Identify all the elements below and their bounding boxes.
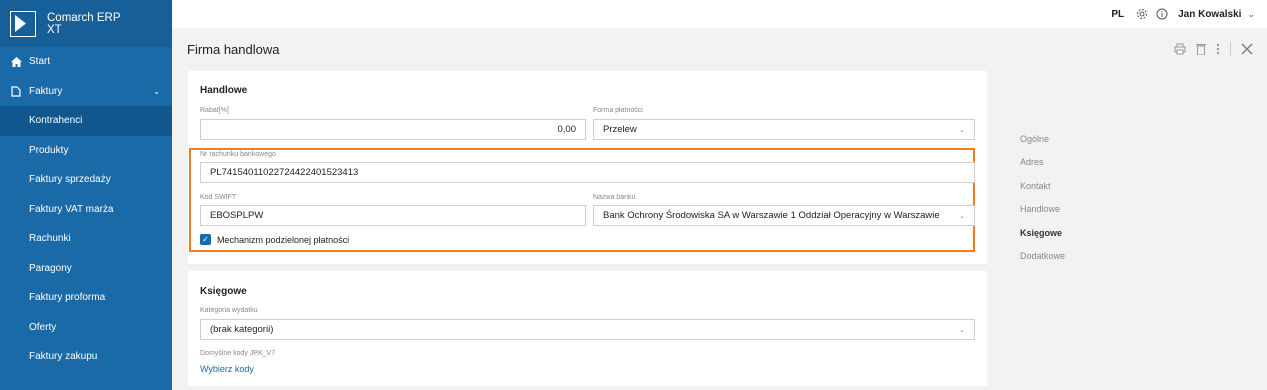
section-nav-kontakt[interactable]: Kontakt (1020, 181, 1051, 191)
nr-rachunku-input[interactable]: PL74154011022724422401523413 (200, 162, 975, 183)
sidebar-item-label: Faktury sprzedaży (29, 174, 111, 186)
divider (1230, 42, 1231, 56)
nr-rachunku-label: Nr rachunku bankowego (200, 151, 276, 158)
sidebar-item-faktury-sprzedazy[interactable]: Faktury sprzedaży (0, 165, 172, 195)
rabat-value: 0,00 (557, 124, 577, 135)
sidebar: Comarch ERP XT Start Faktury ⌄ Kontrahen… (0, 0, 172, 390)
kategoria-select[interactable]: (brak kategorii) ⌄ (200, 319, 975, 340)
app-name-line1: Comarch ERP (47, 11, 121, 24)
print-icon[interactable] (1174, 43, 1186, 55)
mechanizm-label: Mechanizm podzielonej płatności (217, 235, 350, 245)
jpk-label: Domyślne kody JPK_V7 (200, 350, 276, 357)
forma-platnosci-value: Przelew (603, 124, 637, 135)
swift-value: EBOSPLPW (210, 210, 264, 221)
chevron-down-icon: ⌄ (153, 86, 160, 96)
rabat-input[interactable]: 0,00 (200, 119, 586, 140)
rabat-label: Rabat[%] (200, 107, 229, 114)
wybierz-kody-link[interactable]: Wybierz kody (200, 364, 254, 374)
handlowe-section: Handlowe Rabat[%] 0,00 Forma płatności P… (188, 71, 987, 264)
section-nav-ksiegowe[interactable]: Księgowe (1020, 228, 1062, 238)
document-icon (10, 86, 22, 97)
section-nav-handlowe[interactable]: Handlowe (1020, 204, 1060, 214)
delete-icon[interactable] (1196, 43, 1206, 55)
home-icon (10, 56, 22, 67)
chevron-down-icon: ⌄ (959, 327, 965, 334)
sidebar-item-label: Faktury VAT marża (29, 203, 114, 215)
logo-icon (10, 10, 36, 37)
page-title: Firma handlowa (187, 41, 280, 57)
section-title: Handlowe (200, 85, 248, 96)
sidebar-item-label: Kontrahenci (29, 115, 83, 127)
sidebar-item-faktury-vat-marza[interactable]: Faktury VAT marża (0, 195, 172, 225)
section-title: Księgowe (200, 286, 247, 297)
chevron-down-icon[interactable]: ⌄ (1247, 9, 1255, 20)
sidebar-item-label: Produkty (29, 144, 69, 156)
section-nav-ogolne[interactable]: Ogólne (1020, 134, 1049, 144)
sidebar-item-label: Oferty (29, 321, 57, 333)
forma-platnosci-label: Forma płatności (593, 107, 643, 114)
sidebar-item-kontrahenci[interactable]: Kontrahenci (0, 106, 172, 136)
app-name: Comarch ERP XT (47, 12, 121, 36)
nr-rachunku-value: PL74154011022724422401523413 (210, 167, 359, 178)
sidebar-item-start[interactable]: Start (0, 47, 172, 77)
section-nav-adres[interactable]: Adres (1020, 157, 1044, 167)
language-selector[interactable]: PL (1111, 9, 1124, 20)
more-options-icon[interactable] (1216, 43, 1220, 55)
sidebar-item-label: Faktury proforma (29, 292, 106, 304)
chevron-down-icon: ⌄ (959, 127, 965, 134)
chevron-down-icon: ⌄ (959, 213, 965, 220)
app-logo[interactable]: Comarch ERP XT (0, 0, 172, 47)
sidebar-item-label: Faktury (29, 85, 63, 97)
kategoria-label: Kategoria wydatku (200, 307, 258, 314)
kategoria-value: (brak kategorii) (210, 324, 274, 335)
page-header: Firma handlowa (172, 28, 1267, 70)
sidebar-item-label: Paragony (29, 262, 72, 274)
sidebar-item-paragony[interactable]: Paragony (0, 254, 172, 284)
settings-gear-icon[interactable] (1136, 8, 1148, 20)
sidebar-item-label: Rachunki (29, 233, 71, 245)
top-bar: PL Jan Kowalski ⌄ (172, 0, 1267, 28)
section-nav-dodatkowe[interactable]: Dodatkowe (1020, 251, 1065, 261)
sidebar-item-label: Faktury zakupu (29, 351, 98, 363)
sidebar-item-faktury-zakupu[interactable]: Faktury zakupu (0, 342, 172, 372)
sidebar-item-oferty[interactable]: Oferty (0, 313, 172, 343)
nazwa-banku-value: Bank Ochrony Środowiska SA w Warszawie 1… (603, 210, 940, 221)
header-actions (1164, 42, 1253, 56)
forma-platnosci-select[interactable]: Przelew ⌄ (593, 119, 975, 140)
info-icon[interactable] (1156, 8, 1168, 20)
sidebar-item-faktury-proforma[interactable]: Faktury proforma (0, 283, 172, 313)
nazwa-banku-select[interactable]: Bank Ochrony Środowiska SA w Warszawie 1… (593, 205, 975, 226)
app-name-line2: XT (47, 23, 62, 36)
close-icon[interactable] (1241, 43, 1253, 55)
ksiegowe-section: Księgowe Kategoria wydatku (brak kategor… (188, 271, 987, 386)
user-menu[interactable]: Jan Kowalski (1178, 9, 1241, 20)
sidebar-item-rachunki[interactable]: Rachunki (0, 224, 172, 254)
swift-input[interactable]: EBOSPLPW (200, 205, 586, 226)
mechanizm-checkbox[interactable]: ✓ (200, 234, 211, 245)
swift-label: Kod SWIFT (200, 194, 237, 201)
sidebar-item-label: Start (29, 56, 51, 68)
sidebar-item-produkty[interactable]: Produkty (0, 136, 172, 166)
nazwa-banku-label: Nazwa banku (593, 194, 636, 201)
sidebar-item-faktury[interactable]: Faktury ⌄ (0, 77, 172, 107)
